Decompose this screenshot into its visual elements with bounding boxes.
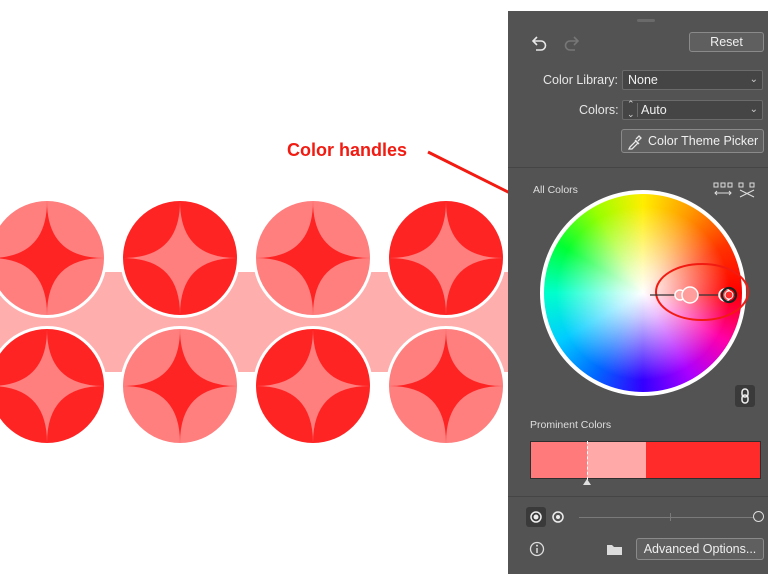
- color-handle[interactable]: [681, 286, 699, 304]
- divider: [508, 496, 768, 497]
- color-theme-picker-label: Color Theme Picker: [648, 134, 759, 148]
- prominent-swatch-1[interactable]: [531, 442, 587, 478]
- radio-off-icon[interactable]: [548, 507, 568, 527]
- harmony-layout-icon[interactable]: [713, 182, 733, 198]
- stepper-divider: [637, 103, 638, 117]
- recolor-panel: Reset Color Library: None ⌄ Colors: ⌃ ⌄ A…: [508, 11, 768, 574]
- advanced-options-button[interactable]: Advanced Options...: [636, 538, 764, 560]
- granularity-slider-track[interactable]: [579, 517, 757, 518]
- prominent-colors-label: Prominent Colors: [530, 419, 612, 431]
- panel-grip[interactable]: [637, 19, 655, 22]
- redo-icon[interactable]: [563, 35, 581, 51]
- color-theme-picker-button[interactable]: Color Theme Picker: [621, 129, 764, 153]
- color-library-label: Color Library:: [543, 73, 619, 87]
- granularity-slider-thumb[interactable]: [753, 511, 764, 522]
- chevron-down-icon: ⌄: [749, 74, 758, 85]
- artwork-canvas: [0, 0, 508, 574]
- artwork-pattern: [0, 198, 508, 446]
- link-icon: [741, 388, 749, 404]
- radio-on-icon: [530, 511, 542, 523]
- colors-label: Colors:: [579, 103, 619, 117]
- base-color-handle-fill: [724, 290, 734, 300]
- chevron-down-icon: ⌄: [749, 104, 758, 115]
- color-library-select[interactable]: None ⌄: [622, 70, 763, 90]
- slider-midpoint-tick: [670, 513, 671, 521]
- prominent-swatch-3[interactable]: [646, 442, 760, 478]
- granularity-toggle-active[interactable]: [526, 507, 546, 527]
- divider: [508, 167, 768, 168]
- eyedropper-icon: [627, 135, 642, 150]
- link-harmony-button[interactable]: [735, 385, 755, 407]
- folder-icon[interactable]: [606, 542, 624, 556]
- annotation-label: Color handles: [287, 140, 408, 160]
- undo-icon[interactable]: [530, 35, 548, 51]
- swatch-slider-handle[interactable]: [583, 479, 591, 485]
- shuffle-icon[interactable]: [738, 182, 756, 198]
- stepper-icon[interactable]: ⌃ ⌄: [627, 99, 635, 119]
- color-library-value: None: [628, 73, 658, 87]
- prominent-colors-bar[interactable]: [530, 441, 761, 479]
- info-icon[interactable]: [529, 541, 545, 557]
- prominent-swatch-2[interactable]: [587, 442, 646, 478]
- all-colors-label: All Colors: [533, 184, 578, 196]
- color-handles[interactable]: [638, 261, 768, 321]
- colors-select[interactable]: ⌃ ⌄ Auto ⌄: [622, 99, 763, 120]
- colors-value: Auto: [641, 103, 667, 117]
- reset-button[interactable]: Reset: [689, 32, 764, 52]
